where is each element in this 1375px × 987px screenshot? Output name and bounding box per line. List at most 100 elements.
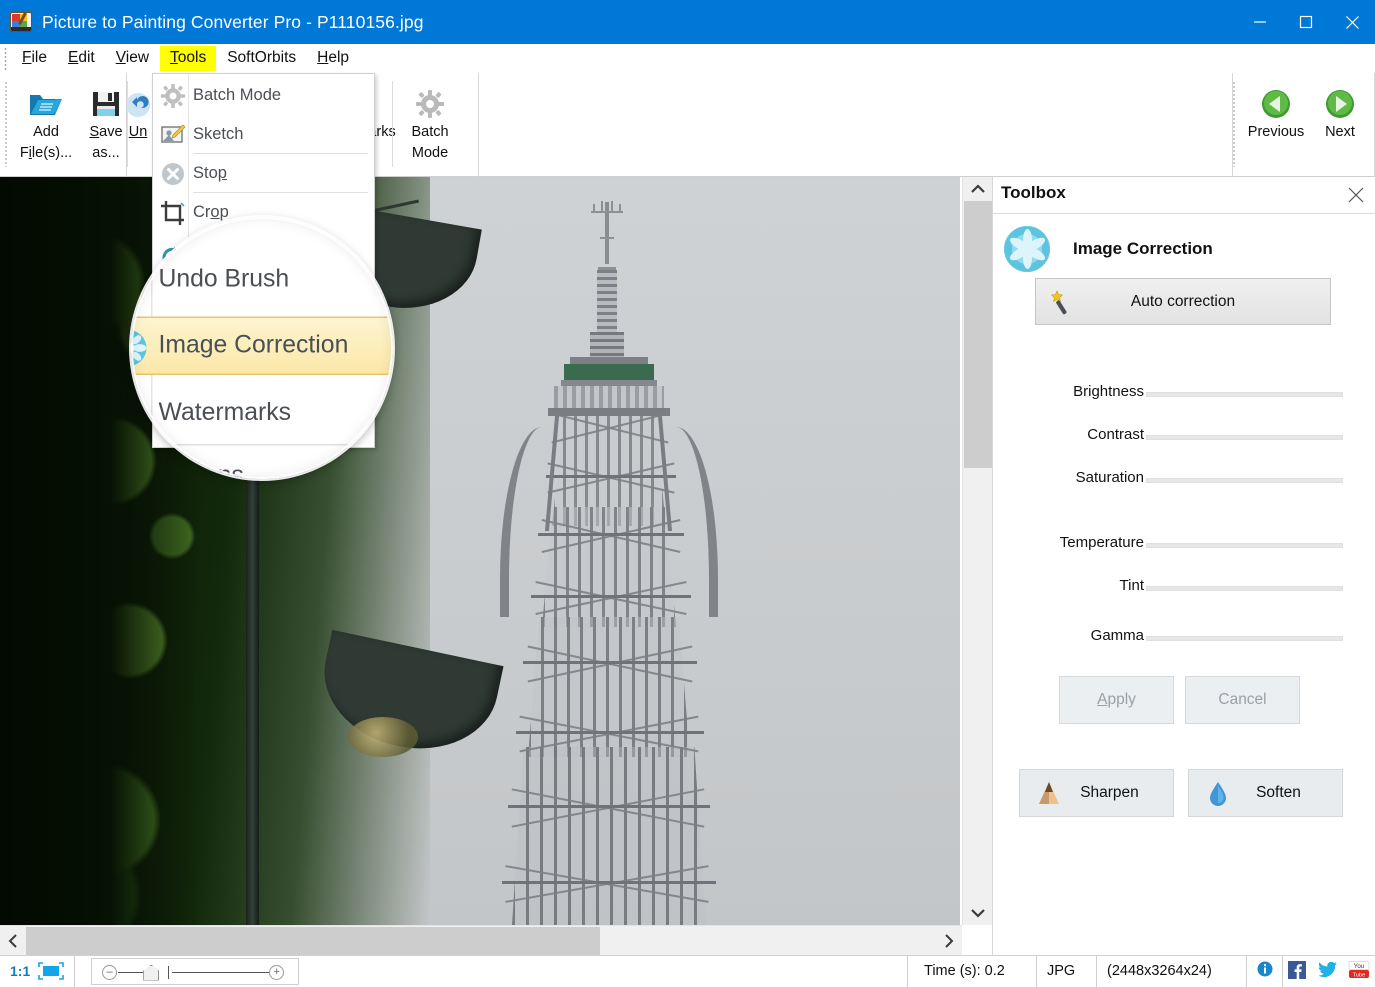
soften-button[interactable]: Soften — [1188, 769, 1343, 817]
magnified-menu-item-options: Options — [131, 447, 393, 479]
slider-contrast[interactable]: Contrast — [993, 426, 1375, 448]
slider-brightness-track[interactable] — [1146, 392, 1343, 397]
canvas-vertical-scrollbar[interactable] — [962, 177, 992, 925]
apply-label: Apply — [1097, 691, 1136, 708]
cancel-button[interactable]: Cancel — [1185, 676, 1300, 724]
chevron-right-icon[interactable] — [936, 926, 962, 956]
facebook-icon[interactable] — [1288, 961, 1310, 981]
canvas-horizontal-scrollbar[interactable] — [0, 925, 962, 955]
rotate-icon — [131, 217, 148, 233]
menu-tools[interactable]: Tools — [160, 46, 217, 71]
stop-icon — [160, 161, 186, 187]
magnified-image-correction-label: Image Correction — [158, 331, 349, 359]
lamp-glass — [348, 717, 418, 757]
toolbox-panel: Toolbox Image Correction Auto correction — [992, 177, 1375, 955]
dimensions-label: (2448x3264x24) — [1107, 963, 1212, 979]
magnified-menu-item-watermarks: A Watermarks — [131, 384, 393, 443]
slider-saturation-track[interactable] — [1146, 478, 1343, 483]
menu-item-sketch-label: Sketch — [193, 125, 244, 143]
minus-icon[interactable]: – — [102, 964, 118, 980]
menu-item-batch-mode[interactable]: Batch Mode — [154, 76, 375, 115]
window-titlebar: Picture to Painting Converter Pro - P111… — [0, 0, 1375, 44]
menu-item-stop[interactable]: Stop — [154, 154, 375, 193]
zoom-slider-cell[interactable]: – + — [75, 956, 315, 987]
sketch-icon — [160, 122, 186, 148]
zoom-ratio-label[interactable]: 1:1 — [10, 963, 30, 979]
slider-tint-label: Tint — [1119, 577, 1144, 594]
horizontal-scroll-thumb[interactable] — [26, 927, 600, 955]
zoom-slider-handle[interactable] — [143, 964, 160, 981]
zoom-slider[interactable]: – + — [91, 957, 300, 985]
menu-view[interactable]: View — [106, 46, 159, 71]
slider-brightness-label: Brightness — [1073, 383, 1144, 400]
slider-saturation-label: Saturation — [1075, 469, 1144, 486]
slider-tint-track[interactable] — [1146, 586, 1343, 591]
slider-saturation[interactable]: Saturation — [993, 469, 1375, 491]
magnified-menu-item-rotate: Rotate — [131, 217, 393, 242]
chevron-left-icon[interactable] — [0, 926, 26, 956]
youtube-icon[interactable]: You Tube — [1348, 961, 1370, 981]
soften-droplet-icon — [1205, 780, 1233, 808]
menu-edit[interactable]: Edit — [58, 46, 105, 71]
format-cell: JPG — [1037, 955, 1097, 987]
menu-item-sketch[interactable]: Sketch — [154, 115, 375, 154]
eiffel-tower-shape — [430, 177, 960, 925]
menu-softorbits[interactable]: SoftOrbits — [217, 46, 306, 71]
plus-icon[interactable]: + — [269, 964, 285, 980]
vertical-scroll-thumb[interactable] — [964, 201, 992, 468]
minimize-button[interactable] — [1237, 0, 1283, 44]
menu-help[interactable]: Help — [307, 46, 359, 71]
toolbar-grip-left — [5, 81, 7, 167]
magic-wand-icon — [1050, 289, 1076, 315]
menu-file[interactable]: FFileile — [12, 46, 57, 71]
svg-text:You: You — [1354, 963, 1365, 970]
slider-tint[interactable]: Tint — [993, 577, 1375, 599]
magnified-menu-item-image-correction: Image Correction — [131, 316, 393, 375]
auto-correction-label: Auto correction — [1130, 292, 1236, 310]
sharpen-button[interactable]: Sharpen — [1019, 769, 1174, 817]
slider-gamma-track[interactable] — [1146, 636, 1343, 641]
fit-to-window-icon[interactable] — [38, 962, 65, 980]
processing-time-cell: Time (s): 0.2 — [907, 955, 1037, 987]
sharpen-triangle-icon — [1036, 780, 1064, 808]
undo-brush-icon — [131, 261, 148, 300]
statusbar: 1:1 – + Time (s): 0.2 JPG (2448x3264x24)… — [0, 955, 1375, 987]
slider-gamma-label: Gamma — [1090, 627, 1144, 644]
maximize-button[interactable] — [1283, 0, 1329, 44]
format-label: JPG — [1047, 963, 1076, 979]
close-icon[interactable] — [1347, 186, 1367, 206]
magnified-watermarks-label: Watermarks — [158, 399, 291, 426]
info-icon[interactable] — [1257, 961, 1273, 981]
zoom-slider-tick — [168, 965, 170, 979]
slider-temperature-label: Temperature — [1059, 534, 1144, 551]
slider-temperature-track[interactable] — [1146, 543, 1343, 548]
chevron-down-icon[interactable] — [963, 901, 993, 925]
twitter-icon[interactable] — [1318, 961, 1340, 981]
apply-button[interactable]: Apply — [1059, 676, 1174, 724]
chevron-up-icon[interactable] — [963, 177, 993, 201]
image-correction-icon — [131, 329, 148, 368]
menubar: FFileile Edit View Tools SoftOrbits Help — [0, 44, 1375, 73]
toolbox-header: Toolbox — [993, 177, 1375, 213]
info-cell[interactable] — [1247, 955, 1283, 987]
menubar-grip — [4, 46, 10, 71]
auto-correction-button[interactable]: Auto correction — [1035, 278, 1331, 325]
window-title: Picture to Painting Converter Pro - P111… — [42, 11, 424, 32]
fit-to-window-cell[interactable] — [36, 955, 76, 987]
magnified-menu-item-undo-brush: Undo Brush — [131, 251, 393, 310]
zoom-ratio-cell[interactable]: 1:1 — [0, 956, 36, 987]
svg-text:A: A — [131, 397, 140, 432]
dimensions-cell: (2448x3264x24) — [1097, 955, 1247, 987]
slider-temperature[interactable]: Temperature — [993, 534, 1375, 556]
menu-item-stop-label: Stop — [193, 164, 227, 182]
social-links-cell: You Tube — [1283, 956, 1375, 987]
slider-brightness[interactable]: Brightness — [993, 383, 1375, 405]
watermark-a-icon: A — [131, 395, 148, 434]
window-controls — [1237, 0, 1375, 44]
toolbox-body: Image Correction Auto correction Brightn… — [993, 213, 1375, 955]
slider-gamma[interactable]: Gamma — [993, 627, 1375, 649]
close-button[interactable] — [1329, 0, 1375, 44]
slider-contrast-track[interactable] — [1146, 435, 1343, 440]
slider-contrast-label: Contrast — [1087, 426, 1144, 443]
magnified-rotate-label: Rotate — [159, 217, 232, 227]
